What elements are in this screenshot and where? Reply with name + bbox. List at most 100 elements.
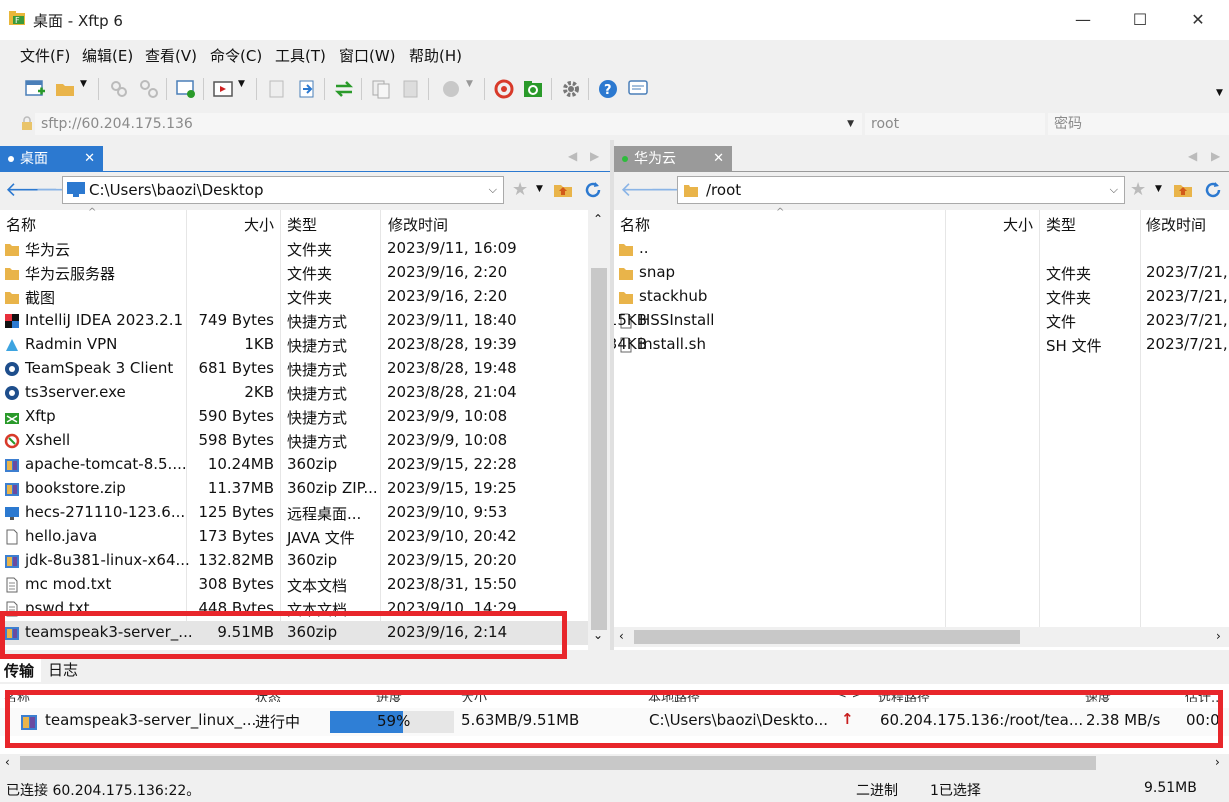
- remote-path-input[interactable]: /root ⌵: [677, 176, 1125, 204]
- stop-icon[interactable]: [440, 78, 462, 100]
- bookmark-dropdown-icon[interactable]: ▼: [1155, 184, 1162, 194]
- column-name[interactable]: 名称: [620, 214, 650, 235]
- host-dropdown-icon[interactable]: ▼: [847, 113, 854, 135]
- username-input[interactable]: root: [865, 113, 1045, 135]
- menu-help[interactable]: 帮助(H): [409, 45, 462, 66]
- scroll-left-icon[interactable]: ‹: [619, 629, 624, 643]
- tab-transfer[interactable]: 传输: [0, 656, 41, 682]
- folder-row[interactable]: snap 文件夹 2023/7/21,: [614, 261, 1229, 285]
- scroll-left-icon[interactable]: ‹: [5, 755, 10, 769]
- tab-log[interactable]: 日志: [48, 659, 78, 680]
- scroll-thumb[interactable]: [634, 630, 1020, 644]
- close-tab-icon[interactable]: ✕: [713, 146, 724, 172]
- path-dropdown-icon[interactable]: ⌵: [1110, 177, 1118, 203]
- refresh-icon[interactable]: [583, 180, 603, 200]
- column-size[interactable]: 大小: [244, 214, 274, 235]
- remote-horizontal-scrollbar[interactable]: ‹ ›: [614, 627, 1229, 647]
- column-modified[interactable]: 修改时间: [1146, 214, 1206, 235]
- file-row[interactable]: Xftp 590 Bytes 快捷方式 2023/9/9, 10:08: [0, 405, 588, 429]
- panel-splitter[interactable]: [610, 140, 614, 650]
- folder-row[interactable]: stackhub 文件夹 2023/7/21,: [614, 285, 1229, 309]
- dropdown-arrow-icon[interactable]: ▼: [238, 79, 245, 89]
- paste-icon[interactable]: [400, 78, 422, 100]
- new-session-icon[interactable]: [24, 78, 46, 100]
- tab-scroll-right-icon[interactable]: ▶: [590, 149, 599, 163]
- tab-scroll-left-icon[interactable]: ◀: [1188, 149, 1197, 163]
- refresh-icon[interactable]: [1203, 180, 1223, 200]
- file-row[interactable]: apache-tomcat-8.5.... 10.24MB 360zip 2023/9…: [0, 453, 588, 477]
- home-folder-icon[interactable]: [553, 180, 573, 198]
- minimize-button[interactable]: —: [1071, 8, 1095, 32]
- download-icon[interactable]: [266, 78, 288, 100]
- tab-desktop[interactable]: 桌面 ✕: [0, 146, 103, 172]
- tab-huaweicloud[interactable]: 华为云 ✕: [614, 146, 732, 172]
- toolbar-divider: [256, 78, 257, 100]
- gear-icon[interactable]: [560, 78, 582, 100]
- bookmark-dropdown-icon[interactable]: ▼: [536, 184, 543, 194]
- menu-edit[interactable]: 编辑(E): [82, 45, 133, 66]
- tab-scroll-right-icon[interactable]: ▶: [1211, 149, 1220, 163]
- connect-icon[interactable]: [108, 78, 130, 100]
- scroll-right-icon[interactable]: ›: [1216, 629, 1221, 643]
- scroll-down-icon[interactable]: ⌄: [593, 628, 603, 642]
- tab-scroll-left-icon[interactable]: ◀: [568, 149, 577, 163]
- folder-row[interactable]: 截图 文件夹 2023/9/16, 2:20: [0, 285, 588, 309]
- column-modified[interactable]: 修改时间: [388, 214, 448, 235]
- path-dropdown-icon[interactable]: ⌵: [489, 177, 497, 203]
- disconnect-icon[interactable]: [138, 78, 160, 100]
- file-row[interactable]: mc mod.txt 308 Bytes 文本文档 2023/8/31, 15:50: [0, 573, 588, 597]
- toolbar-overflow-icon[interactable]: ▼: [1216, 88, 1223, 98]
- file-row[interactable]: Xshell 598 Bytes 快捷方式 2023/9/9, 10:08: [0, 429, 588, 453]
- column-name[interactable]: 名称: [6, 214, 36, 235]
- folder-row[interactable]: 华为云 文件夹 2023/9/11, 16:09: [0, 237, 588, 261]
- file-row[interactable]: jdk-8u381-linux-x64... 132.82MB 360zip 2023…: [0, 549, 588, 573]
- chat-icon[interactable]: [627, 78, 649, 100]
- file-row[interactable]: HSSInstall15KB 文件 2023/7/21,: [614, 309, 1229, 333]
- local-vertical-scrollbar[interactable]: ⌃ ⌄: [588, 210, 610, 650]
- column-type[interactable]: 类型: [287, 214, 317, 235]
- open-folder-icon[interactable]: [54, 78, 76, 100]
- bookmark-star-icon[interactable]: ★: [512, 179, 528, 200]
- xftp-icon[interactable]: [522, 78, 544, 100]
- file-row[interactable]: TeamSpeak 3 Client 681 Bytes 快捷方式 2023/8/28…: [0, 357, 588, 381]
- column-type[interactable]: 类型: [1046, 214, 1076, 235]
- scroll-up-icon[interactable]: ⌃: [593, 212, 603, 226]
- menu-window[interactable]: 窗口(W): [339, 45, 396, 66]
- file-row[interactable]: hecs-271110-123.6... 125 Bytes 远程桌面... 2023…: [0, 501, 588, 525]
- menu-file[interactable]: 文件(F): [20, 45, 70, 66]
- transfer-horizontal-scrollbar[interactable]: ‹ ›: [0, 754, 1229, 772]
- help-icon[interactable]: ?: [597, 78, 619, 100]
- file-row[interactable]: bookstore.zip 11.37MB 360zip ZIP... 2023/9/…: [0, 477, 588, 501]
- upload-icon[interactable]: [296, 78, 318, 100]
- menu-command[interactable]: 命令(C): [210, 45, 262, 66]
- file-row[interactable]: install.sh34KB SH 文件 2023/7/21,: [614, 333, 1229, 357]
- dropdown-arrow-icon[interactable]: ▼: [466, 79, 473, 89]
- toolbar-divider: [484, 78, 485, 100]
- properties-icon[interactable]: [175, 78, 197, 100]
- file-row[interactable]: hello.java 173 Bytes JAVA 文件 2023/9/10, 20:…: [0, 525, 588, 549]
- menu-view[interactable]: 查看(V): [145, 45, 197, 66]
- folder-row[interactable]: 华为云服务器 文件夹 2023/9/16, 2:20: [0, 261, 588, 285]
- file-row[interactable]: ts3server.exe 2KB 快捷方式 2023/8/28, 21:04: [0, 381, 588, 405]
- scroll-thumb[interactable]: [591, 268, 607, 630]
- file-row[interactable]: IntelliJ IDEA 2023.2.1 749 Bytes 快捷方式 2023/…: [0, 309, 588, 333]
- home-folder-icon[interactable]: [1173, 180, 1193, 198]
- host-input[interactable]: sftp://60.204.175.136 ▼: [35, 113, 862, 135]
- copy-icon[interactable]: [370, 78, 392, 100]
- password-input[interactable]: 密码: [1048, 113, 1229, 135]
- close-tab-icon[interactable]: ✕: [84, 146, 95, 172]
- xshell-icon[interactable]: [493, 78, 515, 100]
- menu-tools[interactable]: 工具(T): [275, 45, 326, 66]
- maximize-button[interactable]: ☐: [1128, 8, 1152, 32]
- file-row[interactable]: Radmin VPN 1KB 快捷方式 2023/8/28, 19:39: [0, 333, 588, 357]
- close-button[interactable]: ✕: [1186, 8, 1210, 32]
- bookmark-star-icon[interactable]: ★: [1130, 179, 1146, 200]
- dropdown-arrow-icon[interactable]: ▼: [80, 79, 87, 89]
- terminal-icon[interactable]: [212, 78, 234, 100]
- scroll-right-icon[interactable]: ›: [1215, 755, 1220, 769]
- sync-icon[interactable]: [333, 78, 355, 100]
- local-path-input[interactable]: C:\Users\baozi\Desktop ⌵: [62, 176, 504, 204]
- scroll-thumb[interactable]: [20, 756, 1096, 770]
- folder-row[interactable]: ..: [614, 237, 1229, 261]
- column-size[interactable]: 大小: [1003, 214, 1033, 235]
